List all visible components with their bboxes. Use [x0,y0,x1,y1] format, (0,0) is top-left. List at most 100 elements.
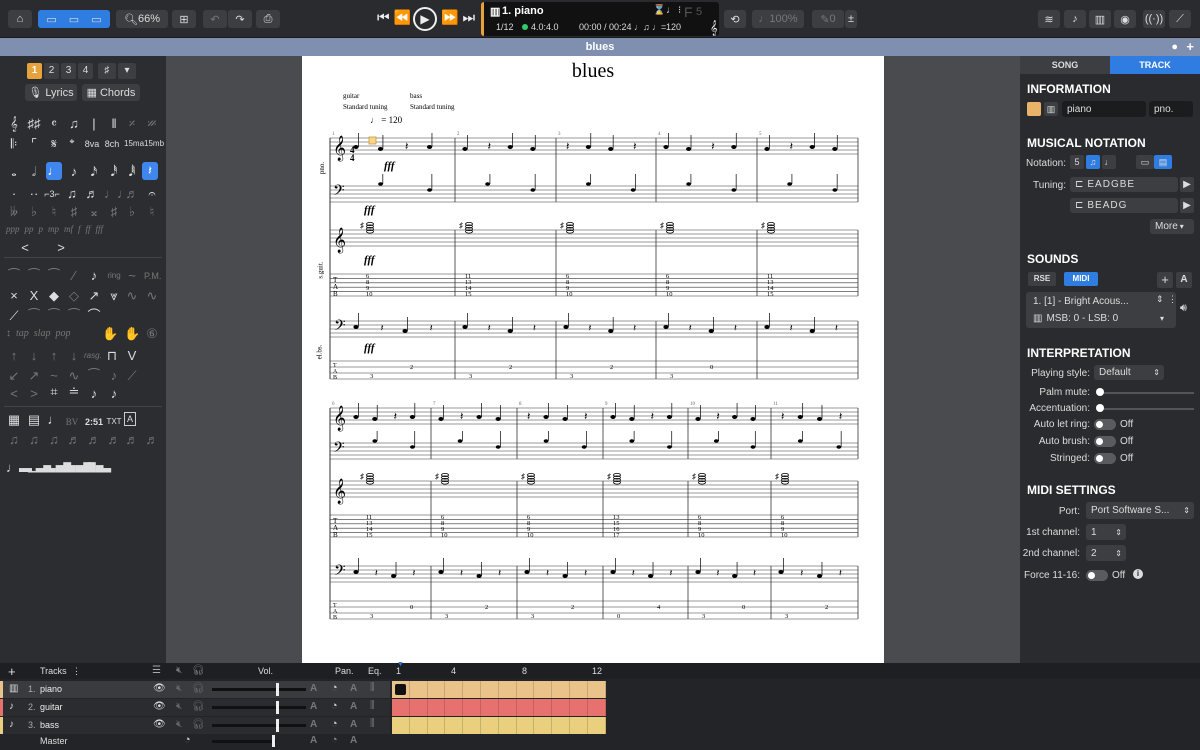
bar-cell[interactable] [534,681,553,698]
dynamic-ff[interactable]: ff [86,224,91,234]
visibility-icon[interactable]: 👁︎ [153,701,166,712]
bar-cell[interactable] [427,681,446,698]
bar-cell[interactable] [463,717,481,734]
bar-cell[interactable] [516,717,535,734]
velocity-icon[interactable]: ♩▬ [6,460,32,476]
tablature-icon[interactable]: ▤ [26,412,42,428]
bar-cell[interactable] [516,681,535,698]
tuning-2-play-button[interactable]: ▶ [1180,198,1194,213]
bar-cell[interactable] [498,699,517,716]
annotation-tool[interactable]: A [124,412,136,426]
ottava-up-icon[interactable]: 8va [84,136,100,152]
tuplet-3-icon[interactable]: ⌐3⌐ [44,186,60,202]
let-ring-text-icon[interactable]: ring [106,268,122,284]
drums-view-button[interactable]: ◉ [1114,10,1136,28]
hammer-on-icon[interactable]: ⁀ [46,268,62,284]
crescendo-icon[interactable]: < [10,240,40,256]
tab-track[interactable]: TRACK [1110,56,1200,74]
bar-cell[interactable] [409,717,428,734]
bar-cell[interactable] [427,717,446,734]
channel-1-select[interactable]: 1 ⇕ [1086,524,1126,540]
palm-mute-handle[interactable] [1096,388,1104,396]
guitar-tools-button[interactable]: ⟋ [1169,10,1191,28]
repeat-icon[interactable]: 𝄎 [124,116,140,132]
tap-text[interactable]: tap [16,328,29,339]
beat-variation-text[interactable]: BV [64,414,80,430]
palm-mute-text-icon[interactable]: P.M. [144,268,161,284]
master-volume-slider[interactable] [212,740,276,743]
quindicesima-down-icon[interactable]: 15mb [144,136,164,152]
sixty-fourth-icon[interactable]: 𝅘𝅥𝅱 [124,164,140,180]
bar-cell[interactable] [445,681,464,698]
channel-2-select[interactable]: 2 ⇕ [1086,545,1126,561]
quindicesima-up-icon[interactable]: 15ma [124,136,144,152]
volume-automation-icon[interactable]: A [310,701,317,712]
voice-2-button[interactable]: 2 [44,63,59,79]
whole-note-icon[interactable]: 𝅝 [6,164,22,180]
bar-cell[interactable] [392,681,410,698]
brush-up-icon[interactable]: ↗ [26,368,42,384]
visibility-icon[interactable]: 👁︎ [153,719,166,730]
artificial-harmonic-icon[interactable]: ◇ [66,288,82,304]
volume-slider[interactable] [212,706,306,709]
automation-bars-icon[interactable]: ▁▃▅ [28,460,51,476]
dynamic-fff[interactable]: fff [96,224,104,234]
brush-down-icon[interactable]: ↙ [6,368,22,384]
master-automation-icon[interactable]: A [310,735,317,746]
bar-cell[interactable] [481,681,499,698]
sixteenth-note-icon[interactable]: 𝅘𝅥𝅯 [86,164,102,180]
rest-toggle-icon[interactable]: 𝄽 [142,162,158,180]
dead-note-icon[interactable]: × [6,288,22,304]
eq-icon[interactable]: ⫼ [370,682,375,693]
segno-icon[interactable]: 𝄋 [46,136,62,152]
wave-icon[interactable]: ∿ [66,368,82,384]
natural-alt-icon[interactable]: ♮ [144,204,160,220]
arrow-down-alt-icon[interactable]: ↓ [66,348,82,364]
slide-icon[interactable]: ⁄ [66,268,82,284]
dot-icon[interactable]: ● [1171,38,1178,56]
stem-icon[interactable]: ♩ [46,412,62,428]
add-tab-icon[interactable]: + [1186,38,1194,56]
transpose-button[interactable]: ♯ [98,63,116,79]
alternate-ending-icon[interactable]: ⌜ [26,136,42,152]
notation-5-button[interactable]: 5 [1070,155,1084,169]
volume-slider[interactable] [212,688,306,691]
hopo-icon[interactable]: ⁀ [26,308,42,324]
tuning-1-play-button[interactable]: ▶ [1180,177,1194,192]
heavy-accent-icon[interactable]: ⌗ [46,384,62,400]
master-pan-automation-icon[interactable]: A [350,735,357,746]
diminuendo-icon[interactable]: > [46,240,76,256]
bar-line-icon[interactable]: | [86,116,102,132]
lcd-display[interactable]: ▥ 1. piano 1/12 4.0:4.0 00:00 / 00:24 ♩♫… [481,2,719,36]
bar-cell[interactable] [427,699,446,716]
bar-cell[interactable] [570,717,588,734]
arrow-down-icon[interactable]: ↓ [26,348,42,364]
pan-automation-icon[interactable]: A [350,701,357,712]
track-color-swatch[interactable] [1027,102,1041,116]
beam-icon[interactable]: ♫ [64,186,80,202]
harmonic-icon[interactable]: ◆ [46,288,62,304]
automation-bars-2-icon[interactable]: ▃▅▇ [48,460,71,476]
track-row[interactable]: ▥ 1. piano 👁︎ 🔇︎ 🎧︎ A ◔ A ⫼ [0,681,390,698]
master-volume-knob-icon[interactable]: ◔ [184,734,191,746]
double-dot-icon[interactable]: ·· [26,186,42,202]
mute-icon[interactable]: 🔇︎ [176,683,182,694]
trill-icon[interactable]: ∿ [124,288,140,304]
flat-icon[interactable]: ♭ [26,204,42,220]
bar-cell[interactable] [481,717,499,734]
notation-layout-button[interactable]: ▤ [1154,155,1172,169]
accent-right-icon[interactable]: > [26,386,42,402]
lyrics-button[interactable]: 🎙︎ Lyrics [25,84,77,101]
treble-clef-icon[interactable]: 𝄞 [6,116,22,132]
bar-cell[interactable] [516,699,535,716]
palm-mute-slider[interactable] [1098,392,1194,394]
tab-song[interactable]: SONG [1020,56,1110,74]
bar-cell[interactable] [587,699,606,716]
home-button[interactable]: ⌂ [8,10,32,28]
triplet-icon[interactable]: ♫ [66,116,82,132]
slap-text[interactable]: slap [34,328,51,339]
bar-cell[interactable] [587,717,606,734]
volume-automation-icon[interactable]: A [310,683,317,694]
notation-slash-button[interactable]: ♩ [1102,155,1116,169]
volume-automation-icon[interactable]: A [310,719,317,730]
